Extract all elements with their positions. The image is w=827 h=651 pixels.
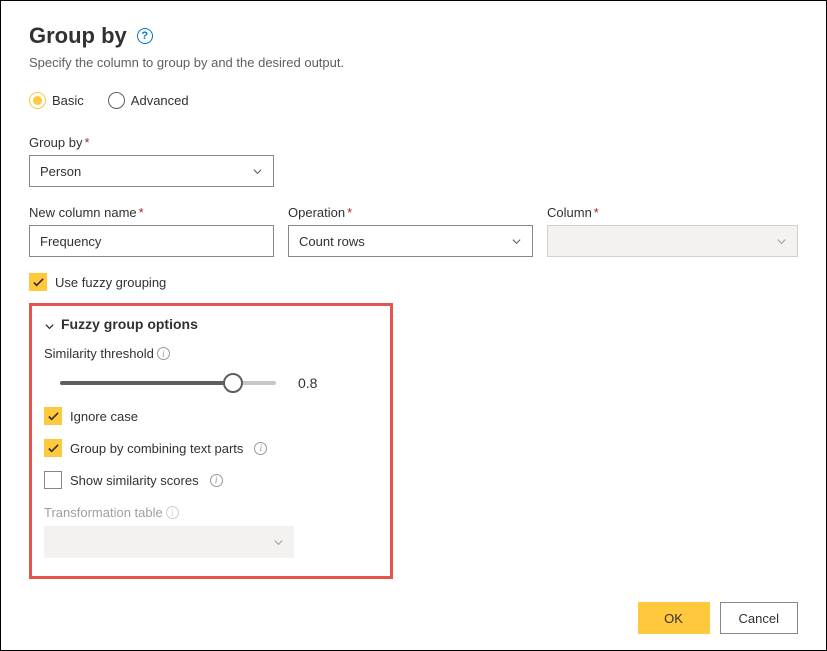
- slider-fill: [60, 381, 233, 385]
- group-by-label: Group by*: [29, 135, 274, 150]
- dialog-subtitle: Specify the column to group by and the d…: [29, 55, 798, 70]
- transformation-table-select[interactable]: [44, 526, 294, 558]
- column-label: Column*: [547, 205, 798, 220]
- use-fuzzy-label: Use fuzzy grouping: [55, 275, 166, 290]
- operation-select[interactable]: Count rows: [288, 225, 533, 257]
- radio-basic[interactable]: Basic: [29, 92, 84, 109]
- radio-advanced-label: Advanced: [131, 93, 189, 108]
- chevron-down-icon: [776, 236, 787, 247]
- operation-label: Operation*: [288, 205, 533, 220]
- fuzzy-options-expander[interactable]: Fuzzy group options: [44, 316, 378, 332]
- group-by-dialog: Group by ? Specify the column to group b…: [0, 0, 827, 651]
- column-label-text: Column: [547, 205, 592, 220]
- info-icon[interactable]: i: [210, 474, 223, 487]
- column-select: [547, 225, 798, 257]
- new-column-label: New column name*: [29, 205, 274, 220]
- dialog-title: Group by: [29, 23, 127, 49]
- required-mark: *: [84, 135, 89, 150]
- info-icon[interactable]: i: [254, 442, 267, 455]
- group-by-select[interactable]: Person: [29, 155, 274, 187]
- show-similarity-row: Show similarity scores i: [44, 471, 378, 489]
- similarity-threshold-text: Similarity threshold: [44, 346, 154, 361]
- fuzzy-options-section: Fuzzy group options Similarity threshold…: [29, 303, 393, 579]
- combine-text-parts-checkbox[interactable]: [44, 439, 62, 457]
- combine-text-parts-row: Group by combining text parts i: [44, 439, 378, 457]
- use-fuzzy-checkbox[interactable]: [29, 273, 47, 291]
- group-by-label-text: Group by: [29, 135, 82, 150]
- new-column-label-text: New column name: [29, 205, 137, 220]
- ignore-case-label: Ignore case: [70, 409, 138, 424]
- similarity-slider-row: 0.8: [44, 373, 378, 393]
- column-field: Column*: [547, 205, 798, 257]
- info-icon[interactable]: i: [166, 506, 179, 519]
- operation-label-text: Operation: [288, 205, 345, 220]
- required-mark: *: [594, 205, 599, 220]
- use-fuzzy-row: Use fuzzy grouping: [29, 273, 798, 291]
- info-icon[interactable]: i: [157, 347, 170, 360]
- mode-radio-group: Basic Advanced: [29, 92, 798, 109]
- ignore-case-row: Ignore case: [44, 407, 378, 425]
- ok-button[interactable]: OK: [638, 602, 710, 634]
- chevron-down-icon: [273, 537, 284, 548]
- show-similarity-label: Show similarity scores: [70, 473, 199, 488]
- chevron-down-icon: [252, 166, 263, 177]
- chevron-down-icon: [511, 236, 522, 247]
- slider-thumb[interactable]: [223, 373, 243, 393]
- chevron-down-icon: [44, 319, 55, 330]
- required-mark: *: [347, 205, 352, 220]
- new-column-input-value: Frequency: [40, 234, 101, 249]
- dialog-header: Group by ?: [29, 23, 798, 49]
- required-mark: *: [139, 205, 144, 220]
- radio-advanced[interactable]: Advanced: [108, 92, 189, 109]
- fuzzy-options-header-text: Fuzzy group options: [61, 316, 198, 332]
- radio-button-icon: [108, 92, 125, 109]
- transformation-table-text: Transformation table: [44, 505, 163, 520]
- similarity-threshold-label: Similarity threshold i: [44, 346, 378, 361]
- cancel-button-label: Cancel: [739, 611, 779, 626]
- radio-basic-label: Basic: [52, 93, 84, 108]
- operation-field: Operation* Count rows: [288, 205, 533, 257]
- new-column-input[interactable]: Frequency: [29, 225, 274, 257]
- cancel-button[interactable]: Cancel: [720, 602, 798, 634]
- new-column-field: New column name* Frequency: [29, 205, 274, 257]
- radio-button-icon: [29, 92, 46, 109]
- help-icon[interactable]: ?: [137, 28, 153, 44]
- group-by-field: Group by* Person: [29, 135, 274, 187]
- transformation-table-label: Transformation table i: [44, 505, 378, 520]
- ok-button-label: OK: [664, 611, 683, 626]
- ignore-case-checkbox[interactable]: [44, 407, 62, 425]
- similarity-value: 0.8: [298, 375, 317, 391]
- show-similarity-checkbox[interactable]: [44, 471, 62, 489]
- operation-select-value: Count rows: [299, 234, 365, 249]
- group-by-select-value: Person: [40, 164, 81, 179]
- aggregation-row: New column name* Frequency Operation* Co…: [29, 205, 798, 257]
- dialog-footer: OK Cancel: [638, 602, 798, 634]
- similarity-slider[interactable]: [60, 373, 276, 393]
- combine-text-parts-label: Group by combining text parts: [70, 441, 243, 456]
